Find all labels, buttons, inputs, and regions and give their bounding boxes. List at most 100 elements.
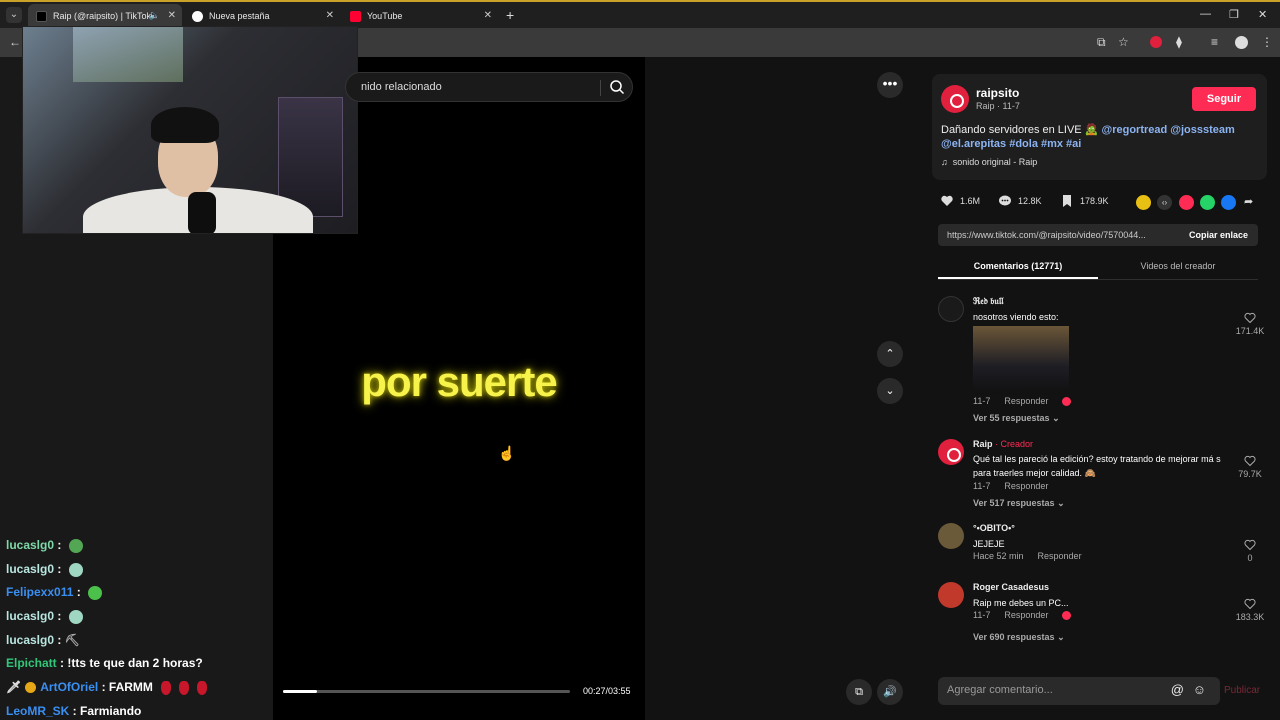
author-subtitle: Raip · 11-7 <box>976 101 1020 111</box>
share-arrow-icon[interactable]: ➦ <box>1244 195 1253 208</box>
commenter-name-row: Raip · Creador <box>973 439 1033 449</box>
chat-message: Farmiando <box>80 703 142 718</box>
back-icon[interactable]: ← <box>9 35 21 49</box>
commenter-avatar[interactable] <box>938 582 964 608</box>
view-replies-label: Ver 517 respuestas <box>973 498 1055 508</box>
pickaxe-emote-icon: ⛏ <box>64 632 80 647</box>
close-tab-icon[interactable]: ✕ <box>484 10 492 21</box>
emoji-icon[interactable]: ☺ <box>1193 682 1206 697</box>
close-tab-icon[interactable]: ✕ <box>168 10 176 21</box>
more-menu-icon[interactable]: ⋮ <box>1261 35 1273 49</box>
mention-icon[interactable]: @ <box>1171 682 1184 697</box>
chat-line: lucaslg0 : <box>6 609 271 633</box>
emote-icon <box>88 586 103 601</box>
streamer-cap <box>151 107 219 143</box>
related-search-box[interactable]: nido relacionado <box>345 72 633 102</box>
comment-like[interactable]: 0 <box>1230 539 1270 563</box>
reply-button[interactable]: Responder <box>1038 551 1082 561</box>
view-replies-button[interactable]: Ver 55 respuestas ⌄ <box>973 413 1060 424</box>
extensions-puzzle-icon[interactable]: ⧫ <box>1176 35 1182 49</box>
description-text: Dañando servidores en LIVE 🧟 <box>941 124 1099 136</box>
author-avatar[interactable] <box>941 85 969 113</box>
tab-tiktok[interactable]: Raip (@raipsito) | TikTok 🔈 ✕ <box>28 4 182 28</box>
webcam-overlay <box>22 26 358 234</box>
comment-button[interactable]: 12.8K <box>998 194 1042 208</box>
comment-item: ℜ𝔢𝔡 𝔟𝔲𝔩𝔩 nosotros viendo esto: 11-7 Respo… <box>938 296 1278 426</box>
chrome-favicon-icon <box>192 10 203 22</box>
music-link[interactable]: ♫ sonido original - Raip <box>941 157 1037 167</box>
view-replies-label: Ver 55 respuestas <box>973 413 1050 423</box>
miniplayer-icon[interactable]: ⧉ <box>846 679 872 705</box>
comment-text: Qué tal les pareció la edición? estoy tr… <box>973 454 1221 478</box>
embed-code-icon[interactable]: ‹› <box>1157 195 1172 210</box>
commenter-avatar[interactable] <box>938 439 964 465</box>
view-replies-button[interactable]: Ver 690 respuestas ⌄ <box>973 632 1065 643</box>
like-button[interactable]: 1.6M <box>940 194 980 208</box>
reply-button[interactable]: Responder <box>1004 610 1048 620</box>
whatsapp-icon[interactable] <box>1200 195 1215 210</box>
active-tab-underline <box>938 277 1098 279</box>
close-window-icon[interactable]: ✕ <box>1258 8 1267 21</box>
previous-video-icon[interactable]: ⌃ <box>877 341 903 367</box>
comment-like[interactable]: 183.3K <box>1230 598 1270 622</box>
next-video-icon[interactable]: ⌄ <box>877 378 903 404</box>
view-replies-button[interactable]: Ver 517 respuestas ⌄ <box>973 498 1065 509</box>
video-progress-bar[interactable] <box>283 690 570 693</box>
divider <box>600 80 601 96</box>
extension-icon[interactable] <box>1150 36 1162 48</box>
maximize-icon[interactable]: ❐ <box>1229 8 1239 21</box>
chat-line: 🗡 ArtOfOriel : FARMM <box>6 680 271 704</box>
minimize-icon[interactable]: — <box>1200 8 1211 20</box>
chat-username: LeoMR_SK <box>6 703 70 718</box>
tab-new[interactable]: Nueva pestaña ✕ <box>184 4 340 28</box>
tab-title: Raip (@raipsito) | TikTok <box>53 11 151 21</box>
reply-button[interactable]: Responder <box>1004 481 1048 491</box>
comment-like[interactable]: 171.4K <box>1230 312 1270 336</box>
install-icon[interactable]: ⧉ <box>1097 35 1106 50</box>
facebook-icon[interactable] <box>1221 195 1236 210</box>
tab-youtube[interactable]: YouTube ✕ <box>342 4 498 28</box>
media-controls-icon[interactable]: ≡ <box>1211 35 1218 49</box>
close-tab-icon[interactable]: ✕ <box>326 10 334 21</box>
new-tab-icon[interactable]: + <box>506 7 514 23</box>
emote-icon <box>68 609 83 624</box>
video-caption: por suerte <box>361 358 557 405</box>
speaker-icon[interactable]: 🔈 <box>149 10 160 21</box>
commenter-avatar[interactable] <box>938 296 964 322</box>
tab-comments[interactable]: Comentarios (12771) <box>938 261 1098 271</box>
coin-icon[interactable] <box>1136 195 1151 210</box>
reply-button[interactable]: Responder <box>1004 396 1048 406</box>
emote-icon <box>68 562 83 577</box>
comment-item: Raip · Creador Qué tal les pareció la ed… <box>938 439 1278 513</box>
search-icon[interactable] <box>609 79 625 95</box>
profile-avatar-icon[interactable] <box>1235 36 1248 49</box>
chat-line: lucaslg0 : <box>6 562 271 586</box>
comment-input[interactable]: Agregar comentario... @ ☺ <box>938 677 1220 705</box>
bookmark-star-icon[interactable]: ☆ <box>1118 35 1129 49</box>
save-button[interactable]: 178.9K <box>1060 194 1109 208</box>
save-count: 178.9K <box>1080 196 1109 206</box>
chat-line: lucaslg0 : ⛏ <box>6 632 80 647</box>
copy-link-button[interactable]: Copiar enlace <box>1189 230 1248 240</box>
commenter-name[interactable]: ℜ𝔢𝔡 𝔟𝔲𝔩𝔩 <box>973 296 1003 307</box>
send-icon[interactable] <box>1179 195 1194 210</box>
commenter-name[interactable]: Roger Casadesus <box>973 582 1049 592</box>
comment-like[interactable]: 79.7K <box>1230 455 1270 479</box>
comment-image[interactable] <box>973 326 1069 394</box>
commenter-name[interactable]: Raip <box>973 439 993 449</box>
follow-button[interactable]: Seguir <box>1192 87 1256 111</box>
author-name[interactable]: raipsito <box>976 86 1019 100</box>
tab-creator-videos[interactable]: Videos del creador <box>1098 261 1258 271</box>
panel-tabs: Comentarios (12771) Videos del creador <box>938 256 1258 280</box>
creator-badge: · Creador <box>995 439 1034 449</box>
more-options-icon[interactable]: ••• <box>877 72 903 98</box>
chat-username: Felipexx011 <box>6 585 74 600</box>
comment-text: nosotros viendo esto: <box>973 312 1059 322</box>
commenter-name[interactable]: °•OBITO•° <box>973 523 1015 533</box>
volume-icon[interactable]: 🔊 <box>877 679 903 705</box>
publish-button[interactable]: Publicar <box>1224 685 1260 696</box>
like-count: 1.6M <box>960 196 981 206</box>
emote-icon <box>178 680 189 695</box>
tab-search-icon[interactable]: ⌄ <box>6 7 22 23</box>
commenter-avatar[interactable] <box>938 523 964 549</box>
